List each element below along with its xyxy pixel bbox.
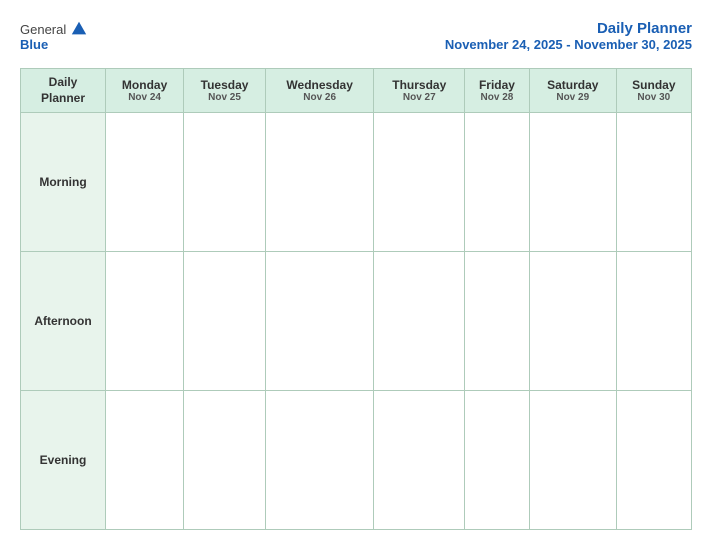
monday-date: Nov 24 <box>110 92 179 103</box>
thursday-name: Thursday <box>378 78 460 92</box>
morning-label: Morning <box>21 113 106 252</box>
afternoon-monday[interactable] <box>106 252 184 391</box>
column-headers: Daily Planner Monday Nov 24 Tuesday Nov … <box>21 69 692 113</box>
date-range: November 24, 2025 - November 30, 2025 <box>445 37 692 52</box>
evening-saturday[interactable] <box>529 391 616 530</box>
col-header-thursday: Thursday Nov 27 <box>374 69 465 113</box>
header: General Blue Daily Planner November 24, … <box>20 20 692 54</box>
morning-sunday[interactable] <box>616 113 691 252</box>
col-header-saturday: Saturday Nov 29 <box>529 69 616 113</box>
logo-icon <box>70 20 88 38</box>
morning-friday[interactable] <box>465 113 530 252</box>
tuesday-name: Tuesday <box>188 78 261 92</box>
page-title: Daily Planner <box>445 20 692 37</box>
evening-thursday[interactable] <box>374 391 465 530</box>
col-header-friday: Friday Nov 28 <box>465 69 530 113</box>
morning-thursday[interactable] <box>374 113 465 252</box>
logo-blue-text: Blue <box>20 37 48 52</box>
thursday-date: Nov 27 <box>378 92 460 103</box>
morning-saturday[interactable] <box>529 113 616 252</box>
evening-label: Evening <box>21 391 106 530</box>
afternoon-wednesday[interactable] <box>265 252 374 391</box>
morning-wednesday[interactable] <box>265 113 374 252</box>
morning-tuesday[interactable] <box>184 113 266 252</box>
evening-tuesday[interactable] <box>184 391 266 530</box>
afternoon-label: Afternoon <box>21 252 106 391</box>
row-afternoon: Afternoon <box>21 252 692 391</box>
evening-wednesday[interactable] <box>265 391 374 530</box>
morning-monday[interactable] <box>106 113 184 252</box>
page: General Blue Daily Planner November 24, … <box>0 0 712 550</box>
col-header-wednesday: Wednesday Nov 26 <box>265 69 374 113</box>
evening-friday[interactable] <box>465 391 530 530</box>
logo-general-text: General <box>20 22 66 37</box>
tuesday-date: Nov 25 <box>188 92 261 103</box>
afternoon-sunday[interactable] <box>616 252 691 391</box>
afternoon-tuesday[interactable] <box>184 252 266 391</box>
wednesday-date: Nov 26 <box>270 92 370 103</box>
friday-date: Nov 28 <box>469 92 525 103</box>
monday-name: Monday <box>110 78 179 92</box>
afternoon-friday[interactable] <box>465 252 530 391</box>
saturday-date: Nov 29 <box>534 92 612 103</box>
evening-monday[interactable] <box>106 391 184 530</box>
sunday-name: Sunday <box>621 78 687 92</box>
col-header-tuesday: Tuesday Nov 25 <box>184 69 266 113</box>
col-header-sunday: Sunday Nov 30 <box>616 69 691 113</box>
logo-area: General Blue <box>20 20 88 54</box>
col-header-planner-line1: Daily <box>25 75 101 91</box>
evening-sunday[interactable] <box>616 391 691 530</box>
wednesday-name: Wednesday <box>270 78 370 92</box>
header-right: Daily Planner November 24, 2025 - Novemb… <box>445 20 692 52</box>
planner-table: Daily Planner Monday Nov 24 Tuesday Nov … <box>20 68 692 530</box>
row-evening: Evening <box>21 391 692 530</box>
sunday-date: Nov 30 <box>621 92 687 103</box>
friday-name: Friday <box>469 78 525 92</box>
row-morning: Morning <box>21 113 692 252</box>
col-header-planner-line2: Planner <box>25 91 101 107</box>
col-header-monday: Monday Nov 24 <box>106 69 184 113</box>
col-header-planner: Daily Planner <box>21 69 106 113</box>
afternoon-saturday[interactable] <box>529 252 616 391</box>
afternoon-thursday[interactable] <box>374 252 465 391</box>
saturday-name: Saturday <box>534 78 612 92</box>
